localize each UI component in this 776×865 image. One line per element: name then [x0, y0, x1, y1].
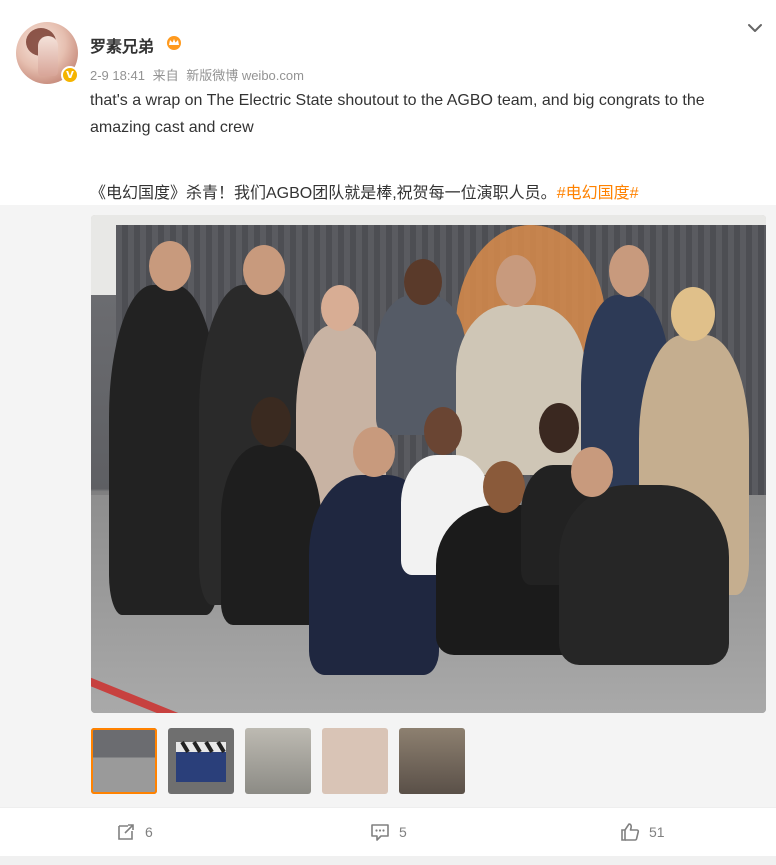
thumbnail-1[interactable]	[91, 728, 157, 794]
source-prefix: 来自	[152, 68, 179, 83]
crown-icon	[167, 36, 181, 50]
repost-icon	[118, 824, 134, 840]
hashtag-link[interactable]: #电幻国度#	[557, 185, 639, 202]
comment-count: 5	[399, 824, 407, 840]
thumbnail-3[interactable]	[245, 728, 311, 794]
repost-count: 6	[145, 824, 153, 840]
post-text: that's a wrap on The Electric State shou…	[90, 87, 766, 207]
bottom-separator	[0, 856, 776, 865]
person	[221, 445, 321, 625]
like-count: 51	[649, 824, 665, 840]
chevron-down-icon[interactable]	[745, 18, 765, 38]
thumbs-up-icon	[621, 823, 640, 841]
post-source[interactable]: 新版微博 weibo.com	[186, 68, 304, 83]
thumbnail-strip	[91, 728, 465, 794]
comment-button[interactable]: 5	[369, 821, 407, 843]
post-text-en: that's a wrap on The Electric State shou…	[90, 92, 705, 136]
repost-button[interactable]: 6	[115, 821, 153, 843]
action-bar: 6 5 51	[0, 808, 776, 856]
post-meta: 2-9 18:41 来自 新版微博 weibo.com	[90, 65, 308, 84]
thumbnail-4[interactable]	[322, 728, 388, 794]
verified-badge-icon: V	[61, 66, 79, 84]
person	[559, 485, 729, 665]
comment-icon	[371, 824, 389, 841]
author-name[interactable]: 罗素兄弟	[90, 33, 154, 57]
thumbnail-2[interactable]	[168, 728, 234, 794]
weibo-post: V 罗素兄弟 2-9 18:41 来自 新版微博 weibo.com that'…	[0, 0, 776, 865]
post-text-cn: 《电幻国度》杀青！我们AGBO团队就是棒,祝贺每一位演职人员。#电幻国度#	[90, 185, 639, 202]
clapperboard-icon	[176, 740, 226, 782]
group-photo[interactable]	[91, 215, 766, 713]
like-button[interactable]: 51	[619, 821, 665, 843]
post-time[interactable]: 2-9 18:41	[90, 68, 145, 83]
thumbnail-5[interactable]	[399, 728, 465, 794]
